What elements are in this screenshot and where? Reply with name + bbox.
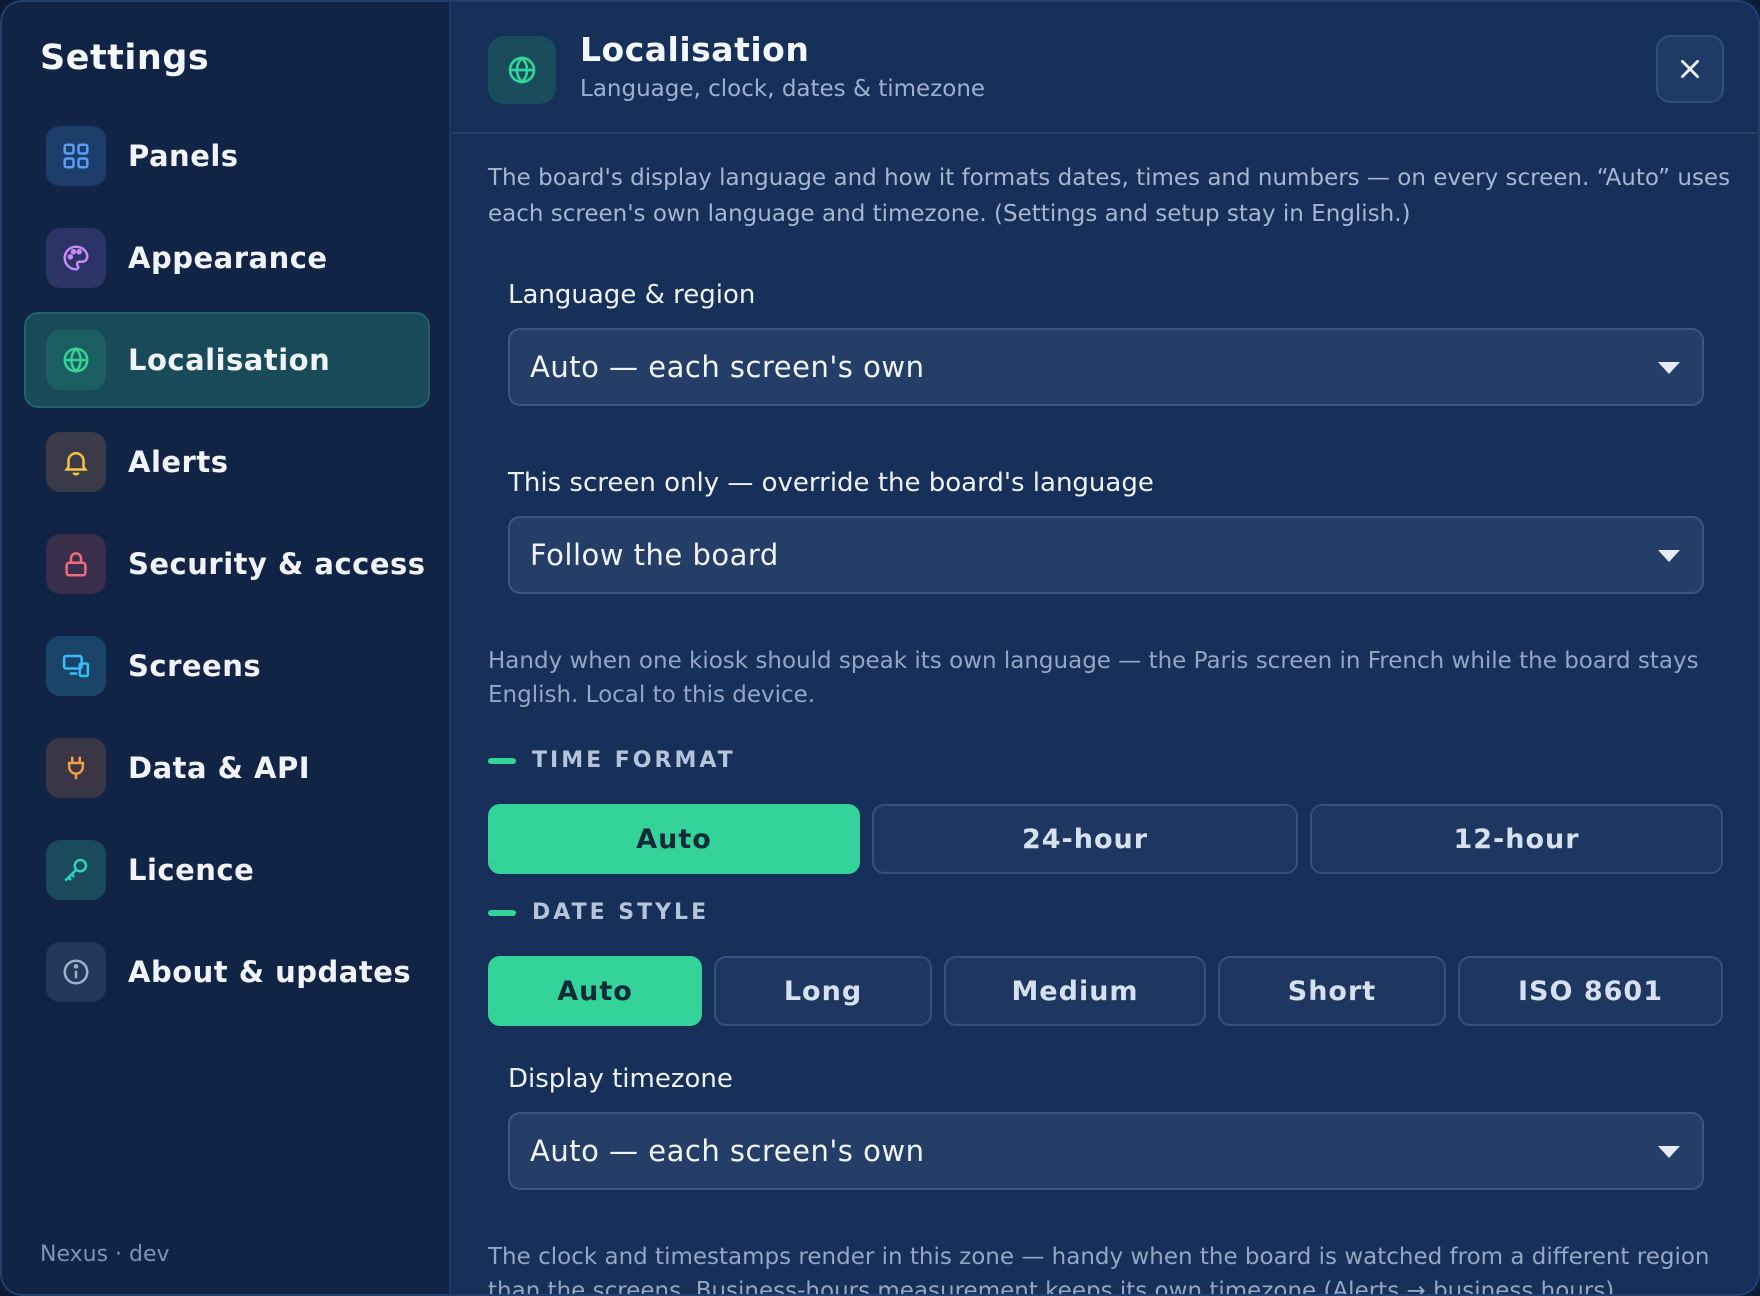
close-icon xyxy=(1681,60,1699,78)
globe-icon xyxy=(46,330,106,390)
sidebar-item-label: Localisation xyxy=(128,343,331,377)
date-style-auto[interactable]: Auto xyxy=(488,956,702,1026)
sidebar-item-label: About & updates xyxy=(128,955,412,989)
page-subtitle: Language, clock, dates & timezone xyxy=(580,76,986,102)
timezone-select-value: Auto — each screen's own xyxy=(530,1134,925,1168)
timezone-select[interactable]: Auto — each screen's own xyxy=(508,1112,1704,1190)
sidebar-item-screens[interactable]: Screens xyxy=(24,618,430,714)
page-title: Localisation xyxy=(580,30,810,69)
palette-icon xyxy=(46,228,106,288)
date-style-long[interactable]: Long xyxy=(714,956,932,1026)
key-icon xyxy=(46,840,106,900)
section-title: TIME FORMAT xyxy=(532,748,736,773)
sidebar-nav: Panels Appearance Localisation Alerts Se… xyxy=(24,108,430,1026)
sidebar-item-label: Data & API xyxy=(128,751,311,785)
segment-label: Auto xyxy=(636,823,712,855)
date-style-short[interactable]: Short xyxy=(1218,956,1446,1026)
date-style-iso-8601[interactable]: ISO 8601 xyxy=(1458,956,1723,1026)
segment-label: Medium xyxy=(1011,975,1139,1007)
time-format-24-hour[interactable]: 24-hour xyxy=(872,804,1298,874)
sidebar-item-label: Appearance xyxy=(128,241,328,275)
language-select-value: Auto — each screen's own xyxy=(530,350,925,384)
segment-label: Short xyxy=(1287,975,1377,1007)
segment-label: Auto xyxy=(557,975,633,1007)
grid-icon xyxy=(46,126,106,186)
section-marker xyxy=(488,909,516,916)
sidebar-title: Settings xyxy=(40,38,210,78)
sidebar-item-label: Screens xyxy=(128,649,262,683)
chevron-down-icon xyxy=(1658,550,1680,562)
sidebar-item-alerts[interactable]: Alerts xyxy=(24,414,430,510)
sidebar-item-label: Alerts xyxy=(128,445,229,479)
sidebar-item-panels[interactable]: Panels xyxy=(24,108,430,204)
sidebar: Settings Panels Appearance Localisation xyxy=(2,2,451,1294)
main-panel: Localisation Language, clock, dates & ti… xyxy=(453,2,1758,1296)
date-style-heading: DATE STYLE xyxy=(488,900,709,925)
sidebar-item-security[interactable]: Security & access xyxy=(24,516,430,612)
language-select[interactable]: Auto — each screen's own xyxy=(508,328,1704,406)
bell-icon xyxy=(46,432,106,492)
timezone-label: Display timezone xyxy=(508,1064,733,1094)
time-format-heading: TIME FORMAT xyxy=(488,748,736,773)
override-label: This screen only — override the board's … xyxy=(508,468,1154,498)
timezone-hint: The clock and timestamps render in this … xyxy=(488,1244,1710,1296)
intro-text: The board's display language and how it … xyxy=(488,165,1731,227)
section-title: DATE STYLE xyxy=(532,900,710,925)
sidebar-item-licence[interactable]: Licence xyxy=(24,822,430,918)
sidebar-item-localisation[interactable]: Localisation xyxy=(24,312,430,408)
segment-label: Long xyxy=(783,975,863,1007)
screens-icon xyxy=(46,636,106,696)
section-marker xyxy=(488,757,516,764)
sidebar-item-data-api[interactable]: Data & API xyxy=(24,720,430,816)
lock-icon xyxy=(46,534,106,594)
close-button[interactable] xyxy=(1656,35,1724,103)
plug-icon xyxy=(46,738,106,798)
time-format-12-hour[interactable]: 12-hour xyxy=(1310,804,1723,874)
sidebar-item-label: Panels xyxy=(128,139,239,173)
override-select-value: Follow the board xyxy=(530,538,779,572)
sidebar-item-label: Security & access xyxy=(128,547,426,581)
override-hint: Handy when one kiosk should speak its ow… xyxy=(488,648,1699,708)
panel-header: Localisation Language, clock, dates & ti… xyxy=(453,2,1758,134)
info-icon xyxy=(46,942,106,1002)
globe-icon xyxy=(488,36,556,104)
sidebar-item-about[interactable]: About & updates xyxy=(24,924,430,1020)
segment-label: 24-hour xyxy=(1021,823,1149,855)
settings-window: Settings Panels Appearance Localisation xyxy=(0,0,1760,1296)
segment-label: ISO 8601 xyxy=(1518,975,1663,1007)
segment-label: 12-hour xyxy=(1453,823,1580,855)
chevron-down-icon xyxy=(1658,1146,1680,1158)
language-label: Language & region xyxy=(508,280,756,310)
override-language-select[interactable]: Follow the board xyxy=(508,516,1704,594)
chevron-down-icon xyxy=(1658,362,1680,374)
app-version: Nexus · dev xyxy=(40,1242,170,1267)
time-format-auto[interactable]: Auto xyxy=(488,804,860,874)
sidebar-item-appearance[interactable]: Appearance xyxy=(24,210,430,306)
date-style-medium[interactable]: Medium xyxy=(944,956,1206,1026)
sidebar-item-label: Licence xyxy=(128,853,255,887)
